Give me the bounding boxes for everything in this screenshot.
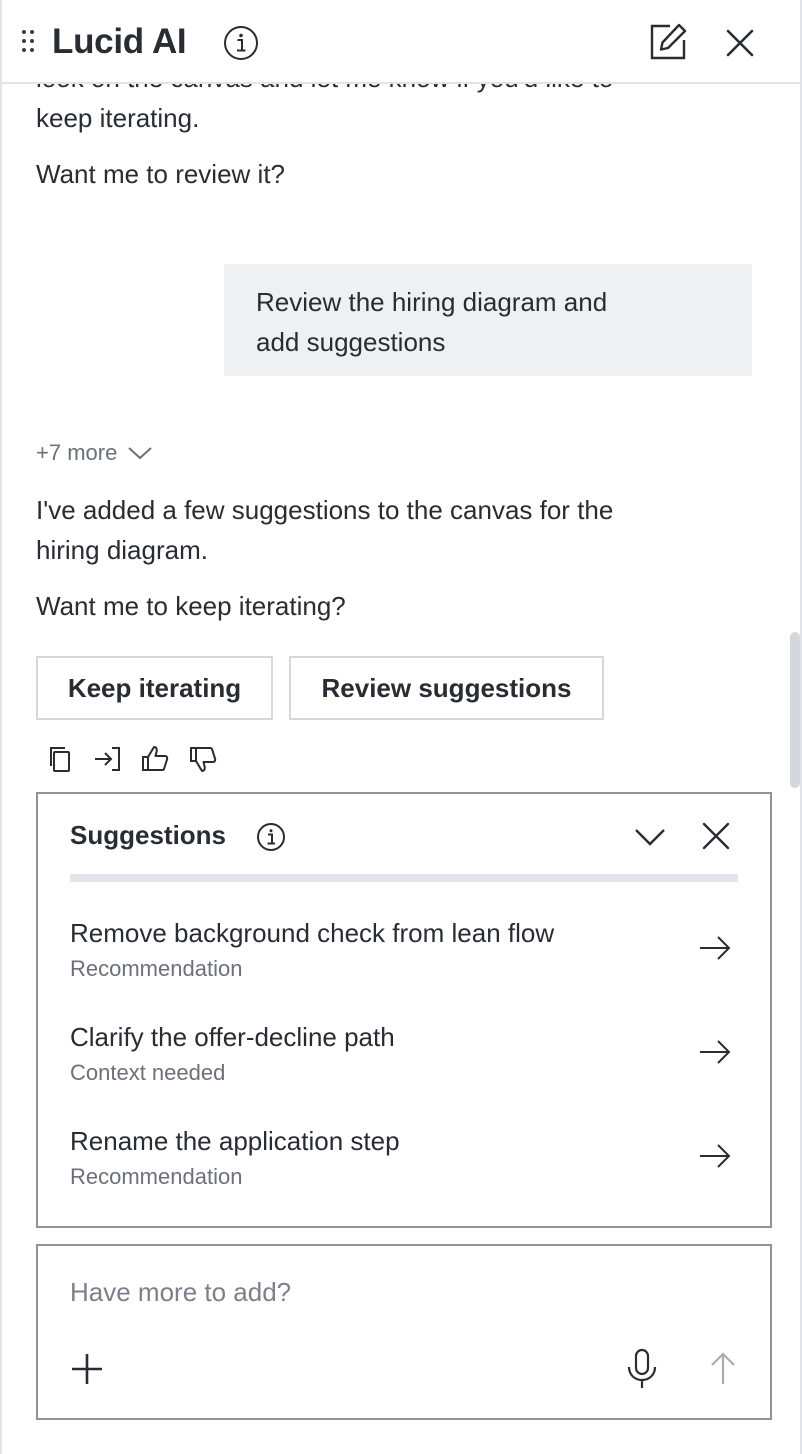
suggestion-title: Remove background check from lean flow — [70, 918, 555, 948]
suggestion-type: Context needed — [70, 1060, 226, 1085]
chevron-down-icon[interactable] — [634, 822, 666, 852]
info-icon[interactable] — [256, 822, 286, 852]
suggestion-item[interactable]: Remove background check from lean flow R… — [38, 918, 770, 1014]
more-steps-label: +7 more — [36, 440, 118, 465]
suggestion-type: Recommendation — [70, 956, 243, 981]
arrow-right-icon[interactable] — [698, 1142, 732, 1170]
edit-icon[interactable] — [648, 22, 688, 62]
microphone-icon[interactable] — [624, 1348, 660, 1390]
user-message-bubble: Review the hiring diagram and add sugges… — [224, 264, 752, 376]
more-steps-toggle[interactable]: +7 more — [36, 440, 153, 466]
assistant-response-line: I've added a few suggestions to the canv… — [36, 495, 614, 525]
send-arrow-icon[interactable] — [706, 1350, 740, 1386]
plus-icon[interactable] — [70, 1352, 104, 1386]
user-message-line: add suggestions — [256, 327, 446, 357]
drag-handle-icon[interactable] — [20, 30, 36, 54]
panel-header: Lucid AI — [2, 0, 800, 84]
assistant-message-line: keep iterating. — [36, 103, 200, 133]
conversation-area[interactable]: look on the canvas and let me know if yo… — [2, 84, 800, 1454]
info-icon[interactable] — [223, 25, 259, 61]
assistant-question: Want me to keep iterating? — [36, 591, 346, 621]
assistant-question: Want me to review it? — [36, 159, 286, 189]
review-suggestions-button[interactable]: Review suggestions — [289, 656, 604, 720]
arrow-right-icon[interactable] — [698, 934, 732, 962]
lucid-ai-panel: Lucid AI look on the canvas and let me k… — [0, 0, 802, 1454]
close-icon[interactable] — [722, 25, 758, 61]
suggestion-title: Rename the application step — [70, 1126, 400, 1156]
message-input[interactable] — [70, 1272, 630, 1312]
suggestions-divider — [70, 874, 738, 882]
insert-icon[interactable] — [92, 744, 122, 774]
suggestion-item[interactable]: Clarify the offer-decline path Context n… — [38, 1022, 770, 1118]
conversation-scrollbar[interactable] — [790, 632, 800, 788]
keep-iterating-button[interactable]: Keep iterating — [36, 656, 273, 720]
message-composer — [36, 1244, 772, 1420]
panel-title: Lucid AI — [52, 22, 187, 61]
assistant-message-line: look on the canvas and let me know if yo… — [36, 84, 613, 98]
assistant-response-line: hiring diagram. — [36, 535, 208, 565]
suggestion-title: Clarify the offer-decline path — [70, 1022, 395, 1052]
thumbs-down-icon[interactable] — [188, 744, 218, 774]
suggestion-item[interactable]: Rename the application step Recommendati… — [38, 1126, 770, 1222]
chevron-down-icon — [128, 447, 153, 460]
user-message-line: Review the hiring diagram and — [256, 287, 608, 317]
copy-icon[interactable] — [46, 744, 76, 774]
arrow-right-icon[interactable] — [698, 1038, 732, 1066]
close-icon[interactable] — [700, 820, 732, 852]
suggestions-title: Suggestions — [70, 820, 227, 850]
suggestions-card: Suggestions Remove background check from… — [36, 792, 772, 1228]
thumbs-up-icon[interactable] — [140, 744, 170, 774]
suggestion-type: Recommendation — [70, 1164, 243, 1189]
